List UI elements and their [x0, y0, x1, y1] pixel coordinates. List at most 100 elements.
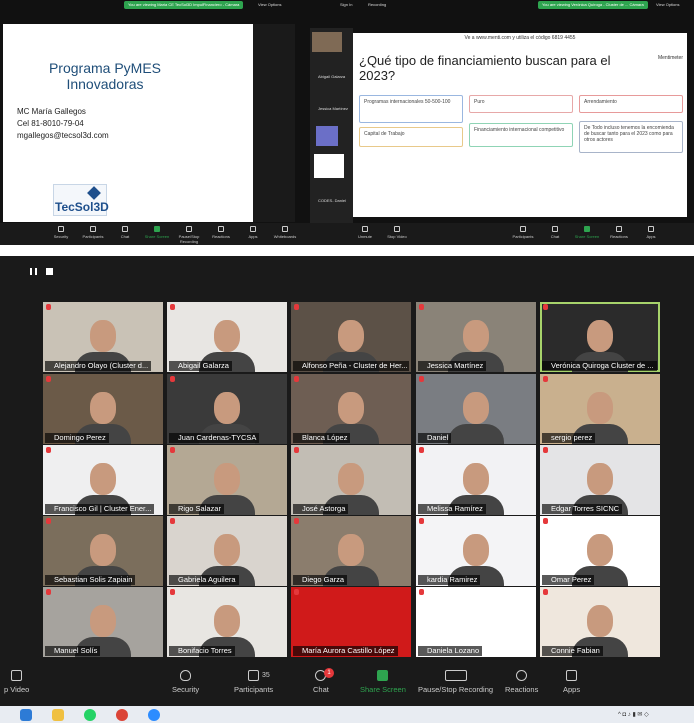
video-strip	[253, 24, 295, 222]
toolbar-label: Pause/Stop Recording	[178, 234, 200, 244]
whatsapp-icon[interactable]	[84, 709, 96, 721]
participant-tile[interactable]: kardia Ramirez	[416, 516, 536, 586]
view-options-left[interactable]: View Options	[258, 1, 282, 9]
participant-name: Domingo Perez	[45, 433, 109, 443]
participant-tile[interactable]: Sebastian Solis Zapiain	[43, 516, 163, 586]
muted-mic-icon	[170, 304, 175, 310]
stop-video-button[interactable]: p Video	[4, 670, 29, 694]
participant-name: Verónica Quiroga Cluster de ...	[542, 361, 657, 371]
view-options-right[interactable]: View Options	[656, 1, 680, 9]
file-explorer-icon[interactable]	[52, 709, 64, 721]
toolbar-icon	[218, 226, 224, 232]
toolbar-icon	[362, 226, 368, 232]
share-toolbar-button[interactable]: Participants	[80, 226, 106, 239]
sign-in-link[interactable]: Sign In	[340, 1, 352, 9]
participant-tile[interactable]: Connie Fabian	[540, 587, 660, 657]
mentimeter-slide: Ve a www.menti.com y utiliza el código 6…	[353, 33, 687, 217]
participant-name: Francisco Gil | Cluster Ener...	[45, 504, 155, 514]
participants-count: 35	[262, 672, 270, 679]
contact-email: mgallegos@tecsol3d.com	[17, 131, 109, 140]
participant-tile[interactable]: Bonifacio Torres	[167, 587, 287, 657]
muted-mic-icon	[419, 589, 424, 595]
participant-face	[587, 534, 613, 566]
contact-phone: Cel 81-8010-79-04	[17, 119, 84, 128]
muted-mic-icon	[46, 376, 51, 382]
video-camera-icon	[11, 670, 23, 681]
participant-face	[90, 463, 116, 495]
participant-tile[interactable]: Diego Garza	[291, 516, 411, 586]
participant-tile[interactable]: Gabriela Aguilera	[167, 516, 287, 586]
muted-mic-icon	[46, 304, 51, 310]
participant-tile[interactable]: Daniela Lozano	[416, 587, 536, 657]
toolbar-label: Apps	[646, 234, 656, 239]
pause-icon[interactable]	[30, 268, 37, 275]
recording-indicator: Recording	[368, 2, 387, 7]
participant-tile[interactable]: Rigo Salazar	[167, 445, 287, 515]
participant-tile[interactable]: Omar Perez	[540, 516, 660, 586]
share-toolbar-button[interactable]: Participants	[510, 226, 536, 239]
participant-tile[interactable]: Verónica Quiroga Cluster de ...	[540, 302, 660, 372]
share-toolbar-button[interactable]: Pause/Stop Recording	[176, 226, 202, 244]
participant-tile[interactable]: Blanca López	[291, 374, 411, 444]
participant-tile[interactable]: Manuel Solís	[43, 587, 163, 657]
participant-face	[338, 320, 364, 352]
share-toolbar-button[interactable]: Reactions	[606, 226, 632, 239]
participant-tile[interactable]: sergio perez	[540, 374, 660, 444]
participant-name: kardia Ramirez	[418, 575, 481, 585]
share-toolbar-button[interactable]: Whiteboards	[272, 226, 298, 239]
viewing-banner-left: You are viewing Maria CE TecSol3D ImpulF…	[124, 1, 244, 9]
share-toolbar-button[interactable]: Stop Video	[384, 226, 410, 239]
share-toolbar-button[interactable]: Security	[48, 226, 74, 239]
slide-title: Programa PyMES Innovadoras	[48, 60, 162, 92]
participant-name: sergio perez	[542, 433, 596, 443]
share-toolbar-button[interactable]: Chat	[542, 226, 568, 239]
share-toolbar-button[interactable]: Reactions	[208, 226, 234, 239]
share-toolbar-button[interactable]: Share Screen	[144, 226, 170, 239]
zoom-app-icon[interactable]	[148, 709, 160, 721]
stop-icon[interactable]	[46, 268, 53, 275]
share-toolbar-button[interactable]: Unmute	[352, 226, 378, 239]
participant-tile[interactable]: Abigail Galarza	[167, 302, 287, 372]
participant-face	[338, 534, 364, 566]
participant-tile[interactable]: María Aurora Castillo López	[291, 587, 411, 657]
participant-tile[interactable]: Alejandro Olayo (Cluster d...	[43, 302, 163, 372]
muted-mic-icon	[543, 589, 548, 595]
apps-button[interactable]: Apps	[563, 670, 580, 694]
pause-stop-recording-button[interactable]: Pause/Stop Recording	[418, 670, 493, 694]
participant-tile[interactable]: Daniel	[416, 374, 536, 444]
share-toolbar-button[interactable]: Share Screen	[574, 226, 600, 239]
participant-tile[interactable]: Melissa Ramírez	[416, 445, 536, 515]
share-screen-button[interactable]: Share Screen	[360, 670, 406, 694]
participant-tile[interactable]: Jessica Martínez	[416, 302, 536, 372]
toolbar-label: Participants	[512, 234, 534, 239]
menti-option: Arrendamiento	[579, 95, 683, 113]
windows-taskbar	[0, 706, 694, 723]
participant-face	[214, 463, 240, 495]
toolbar-icon	[282, 226, 288, 232]
muted-mic-icon	[46, 589, 51, 595]
reactions-button[interactable]: Reactions	[505, 670, 538, 694]
share-toolbar-button[interactable]: Apps	[240, 226, 266, 239]
participant-tile[interactable]: Juan Cardenas-TYCSA	[167, 374, 287, 444]
system-tray-icons[interactable]: ^ ◘ ♪ ▮ ✉ ◇	[618, 711, 649, 718]
participant-face	[587, 463, 613, 495]
slide-contact: MC María Gallegos Cel 81-8010-79-04 mgal…	[17, 106, 109, 142]
muted-mic-icon	[294, 589, 299, 595]
participant-tile[interactable]: Domingo Perez	[43, 374, 163, 444]
muted-mic-icon	[419, 518, 424, 524]
participant-face	[587, 320, 613, 352]
participant-tile[interactable]: Francisco Gil | Cluster Ener...	[43, 445, 163, 515]
start-icon[interactable]	[20, 709, 32, 721]
share-toolbar-button[interactable]: Apps	[638, 226, 664, 239]
thumbnail-video	[312, 32, 342, 52]
participant-tile[interactable]: Alfonso Peña - Cluster de Her...	[291, 302, 411, 372]
toolbar-label: Apps	[248, 234, 258, 239]
participant-tile[interactable]: José Astorga	[291, 445, 411, 515]
toolbar-label: Chat	[550, 234, 560, 239]
chrome-icon[interactable]	[116, 709, 128, 721]
participant-tile[interactable]: Edgar Torres SICNC	[540, 445, 660, 515]
mentimeter-brand: Mentimeter	[657, 55, 683, 61]
share-toolbar-button[interactable]: Chat	[112, 226, 138, 239]
participant-name: Blanca López	[293, 433, 351, 443]
security-button[interactable]: Security	[172, 670, 199, 694]
